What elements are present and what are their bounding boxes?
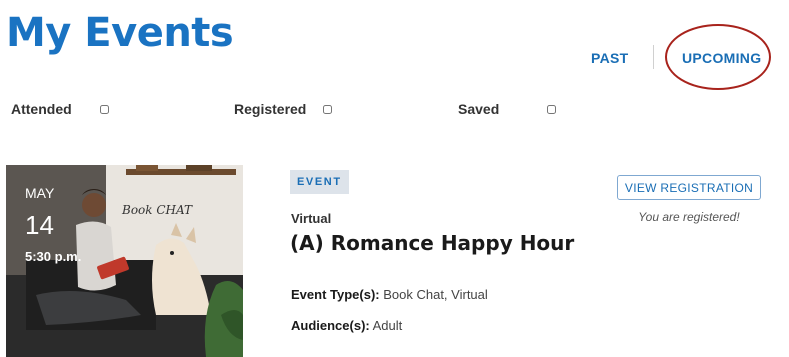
event-type-badge: EVENT [290,170,349,194]
filter-checkbox-registered[interactable] [323,105,332,114]
event-types-label: Event Type(s): [291,287,380,302]
event-date-month: MAY [25,185,55,201]
book-chat-image-text: Book CHAT [121,203,193,217]
page-title: My Events [6,10,234,56]
event-image[interactable]: Book CHAT MAY 14 5:30 p.m. [6,165,243,357]
tab-past[interactable]: PAST [591,50,629,66]
filter-label-registered: Registered [234,101,307,117]
registration-status: You are registered! [638,210,740,224]
filter-checkbox-saved[interactable] [547,105,556,114]
event-types: Event Type(s): Book Chat, Virtual [291,287,488,302]
filter-checkbox-attended[interactable] [100,105,109,114]
tab-divider [653,45,654,69]
view-registration-button[interactable]: VIEW REGISTRATION [617,175,761,200]
event-date-time: 5:30 p.m. [25,249,82,264]
event-audience-value: Adult [372,318,403,333]
filter-label-saved: Saved [458,101,500,117]
event-date-day: 14 [25,210,54,240]
event-title[interactable]: (A) Romance Happy Hour [290,229,574,257]
event-audience-label: Audience(s): [291,318,370,333]
event-types-value: Book Chat, Virtual [383,287,488,302]
event-location: Virtual [291,211,332,226]
filter-label-attended: Attended [11,101,72,117]
highlight-circle-annotation [665,24,771,90]
event-audience: Audience(s): Adult [291,318,402,333]
